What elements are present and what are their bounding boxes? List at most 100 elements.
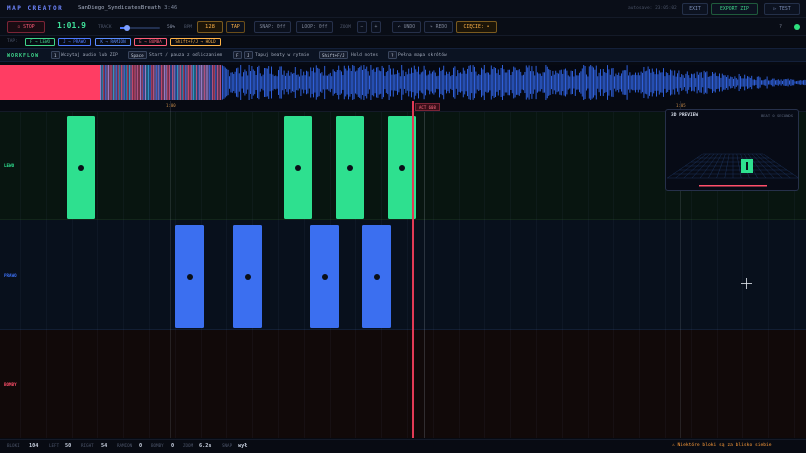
- legend-item-arm: K → RAMION: [95, 37, 131, 46]
- snap-toggle[interactable]: SNAP: 0ff: [254, 21, 291, 33]
- waveform-bar: [663, 68, 664, 97]
- waveform-bar: [224, 67, 226, 98]
- waveform-bar: [458, 73, 460, 92]
- note-block-right[interactable]: [310, 225, 339, 328]
- beat-gridline: [536, 112, 537, 438]
- waveform-bar: [744, 74, 746, 91]
- help-button[interactable]: ?: [779, 24, 782, 30]
- waveform-bar: [702, 77, 704, 88]
- waveform-visited-bar: [196, 65, 198, 100]
- note-block-left[interactable]: [284, 116, 312, 219]
- waveform-bar: [523, 74, 524, 91]
- waveform-visited-bar: [191, 65, 193, 100]
- waveform-bar: [455, 76, 457, 89]
- waveform-visited-bar: [125, 65, 127, 100]
- waveform-bar: [248, 65, 250, 100]
- note-block-right[interactable]: [362, 225, 391, 328]
- waveform-bar: [388, 65, 390, 100]
- exit-button[interactable]: EXIT: [682, 3, 708, 15]
- waveform-bar: [367, 71, 369, 94]
- note-block-right[interactable]: [233, 225, 262, 328]
- waveform-bar: [798, 80, 800, 85]
- waveform-visited-region: [100, 65, 222, 100]
- waveform-bar: [660, 72, 662, 93]
- note-block-right[interactable]: [175, 225, 204, 328]
- waveform-bar: [560, 69, 562, 96]
- waveform-visited-bar: [143, 65, 145, 100]
- waveform-bar: [636, 75, 638, 90]
- waveform-bar: [544, 72, 545, 93]
- waveform-bar: [698, 74, 699, 91]
- waveform-bar: [772, 78, 774, 87]
- zoom-out-button[interactable]: −: [357, 21, 367, 33]
- waveform-bar: [394, 74, 396, 91]
- waveform-visited-bar: [162, 65, 164, 100]
- waveform-bar: [362, 69, 363, 96]
- waveform-bar: [581, 68, 583, 97]
- waveform-bar: [587, 76, 589, 89]
- waveform-bar: [643, 66, 645, 99]
- beat-gridline: [458, 112, 460, 438]
- waveform-bar: [383, 67, 384, 98]
- waveform-bar: [310, 67, 312, 98]
- waveform-bar: [668, 75, 670, 90]
- workflow-key: J: [244, 51, 253, 59]
- waveform-bar: [320, 73, 321, 92]
- track-volume-label: TRACK: [98, 25, 112, 30]
- beat-gridline: [97, 112, 99, 438]
- note-block-left[interactable]: [336, 116, 364, 219]
- waveform-visited-bar: [138, 65, 140, 100]
- waveform-visited-bar: [111, 65, 113, 100]
- waveform-bar: [257, 66, 258, 99]
- waveform-bar: [538, 73, 540, 92]
- waveform-bar: [481, 67, 482, 98]
- playhead-label: ACT 608: [415, 103, 440, 111]
- waveform-bar: [343, 65, 345, 100]
- waveform-bar: [783, 79, 785, 86]
- bpm-input[interactable]: 128: [197, 21, 223, 33]
- waveform-bar: [266, 68, 268, 97]
- waveform-bar: [777, 79, 779, 86]
- waveform-bar: [469, 65, 471, 100]
- redo-button[interactable]: ↷ REDO: [424, 21, 453, 33]
- waveform-bar: [611, 68, 613, 97]
- stat-value: 54: [101, 442, 108, 449]
- waveform-bar: [276, 76, 278, 89]
- test-button[interactable]: ▷ TEST: [764, 3, 800, 15]
- lane-right[interactable]: PRAWO: [0, 220, 806, 330]
- loop-toggle[interactable]: LOOP: 0ff: [296, 21, 333, 33]
- waveform-bar: [793, 79, 795, 86]
- waveform-bar: [226, 68, 228, 97]
- waveform-bar: [299, 76, 300, 89]
- waveform-bar: [420, 72, 422, 93]
- app-header: MAP CREATOR SanDiego_SyndicatesBreath 3:…: [0, 0, 806, 18]
- waveform-bar: [629, 72, 631, 93]
- zoom-in-button[interactable]: +: [371, 21, 381, 33]
- note-block-left[interactable]: [67, 116, 95, 219]
- waveform-bar: [699, 72, 701, 93]
- waveform-visited-bar: [135, 65, 137, 100]
- playhead[interactable]: [412, 101, 414, 438]
- waveform-bar: [482, 69, 484, 96]
- waveform-bar: [483, 65, 485, 100]
- track-volume-slider[interactable]: [120, 25, 160, 31]
- undo-button[interactable]: ↶ UNDO: [392, 21, 421, 33]
- cut-mode-button[interactable]: CIĘCIE: •: [456, 21, 497, 33]
- waveform-bar: [551, 75, 552, 90]
- waveform-bar: [513, 66, 515, 99]
- lane-bombs[interactable]: BOMBY: [0, 330, 806, 438]
- stop-button[interactable]: ▫ STOP: [7, 21, 45, 33]
- waveform-bar: [391, 74, 393, 91]
- audio-waveform[interactable]: [0, 65, 806, 100]
- track-volume-knob[interactable]: [124, 25, 130, 31]
- waveform-bar: [495, 68, 496, 97]
- waveform-bar: [265, 68, 267, 97]
- waveform-bar: [635, 72, 636, 93]
- waveform-played-region: [0, 65, 100, 100]
- waveform-visited-bar: [116, 65, 118, 100]
- waveform-bar: [504, 72, 506, 93]
- waveform-bar: [223, 66, 225, 99]
- tap-tempo-button[interactable]: TAP: [226, 21, 245, 33]
- export-zip-button[interactable]: EXPORT ZIP: [711, 3, 758, 15]
- waveform-bar: [460, 72, 461, 93]
